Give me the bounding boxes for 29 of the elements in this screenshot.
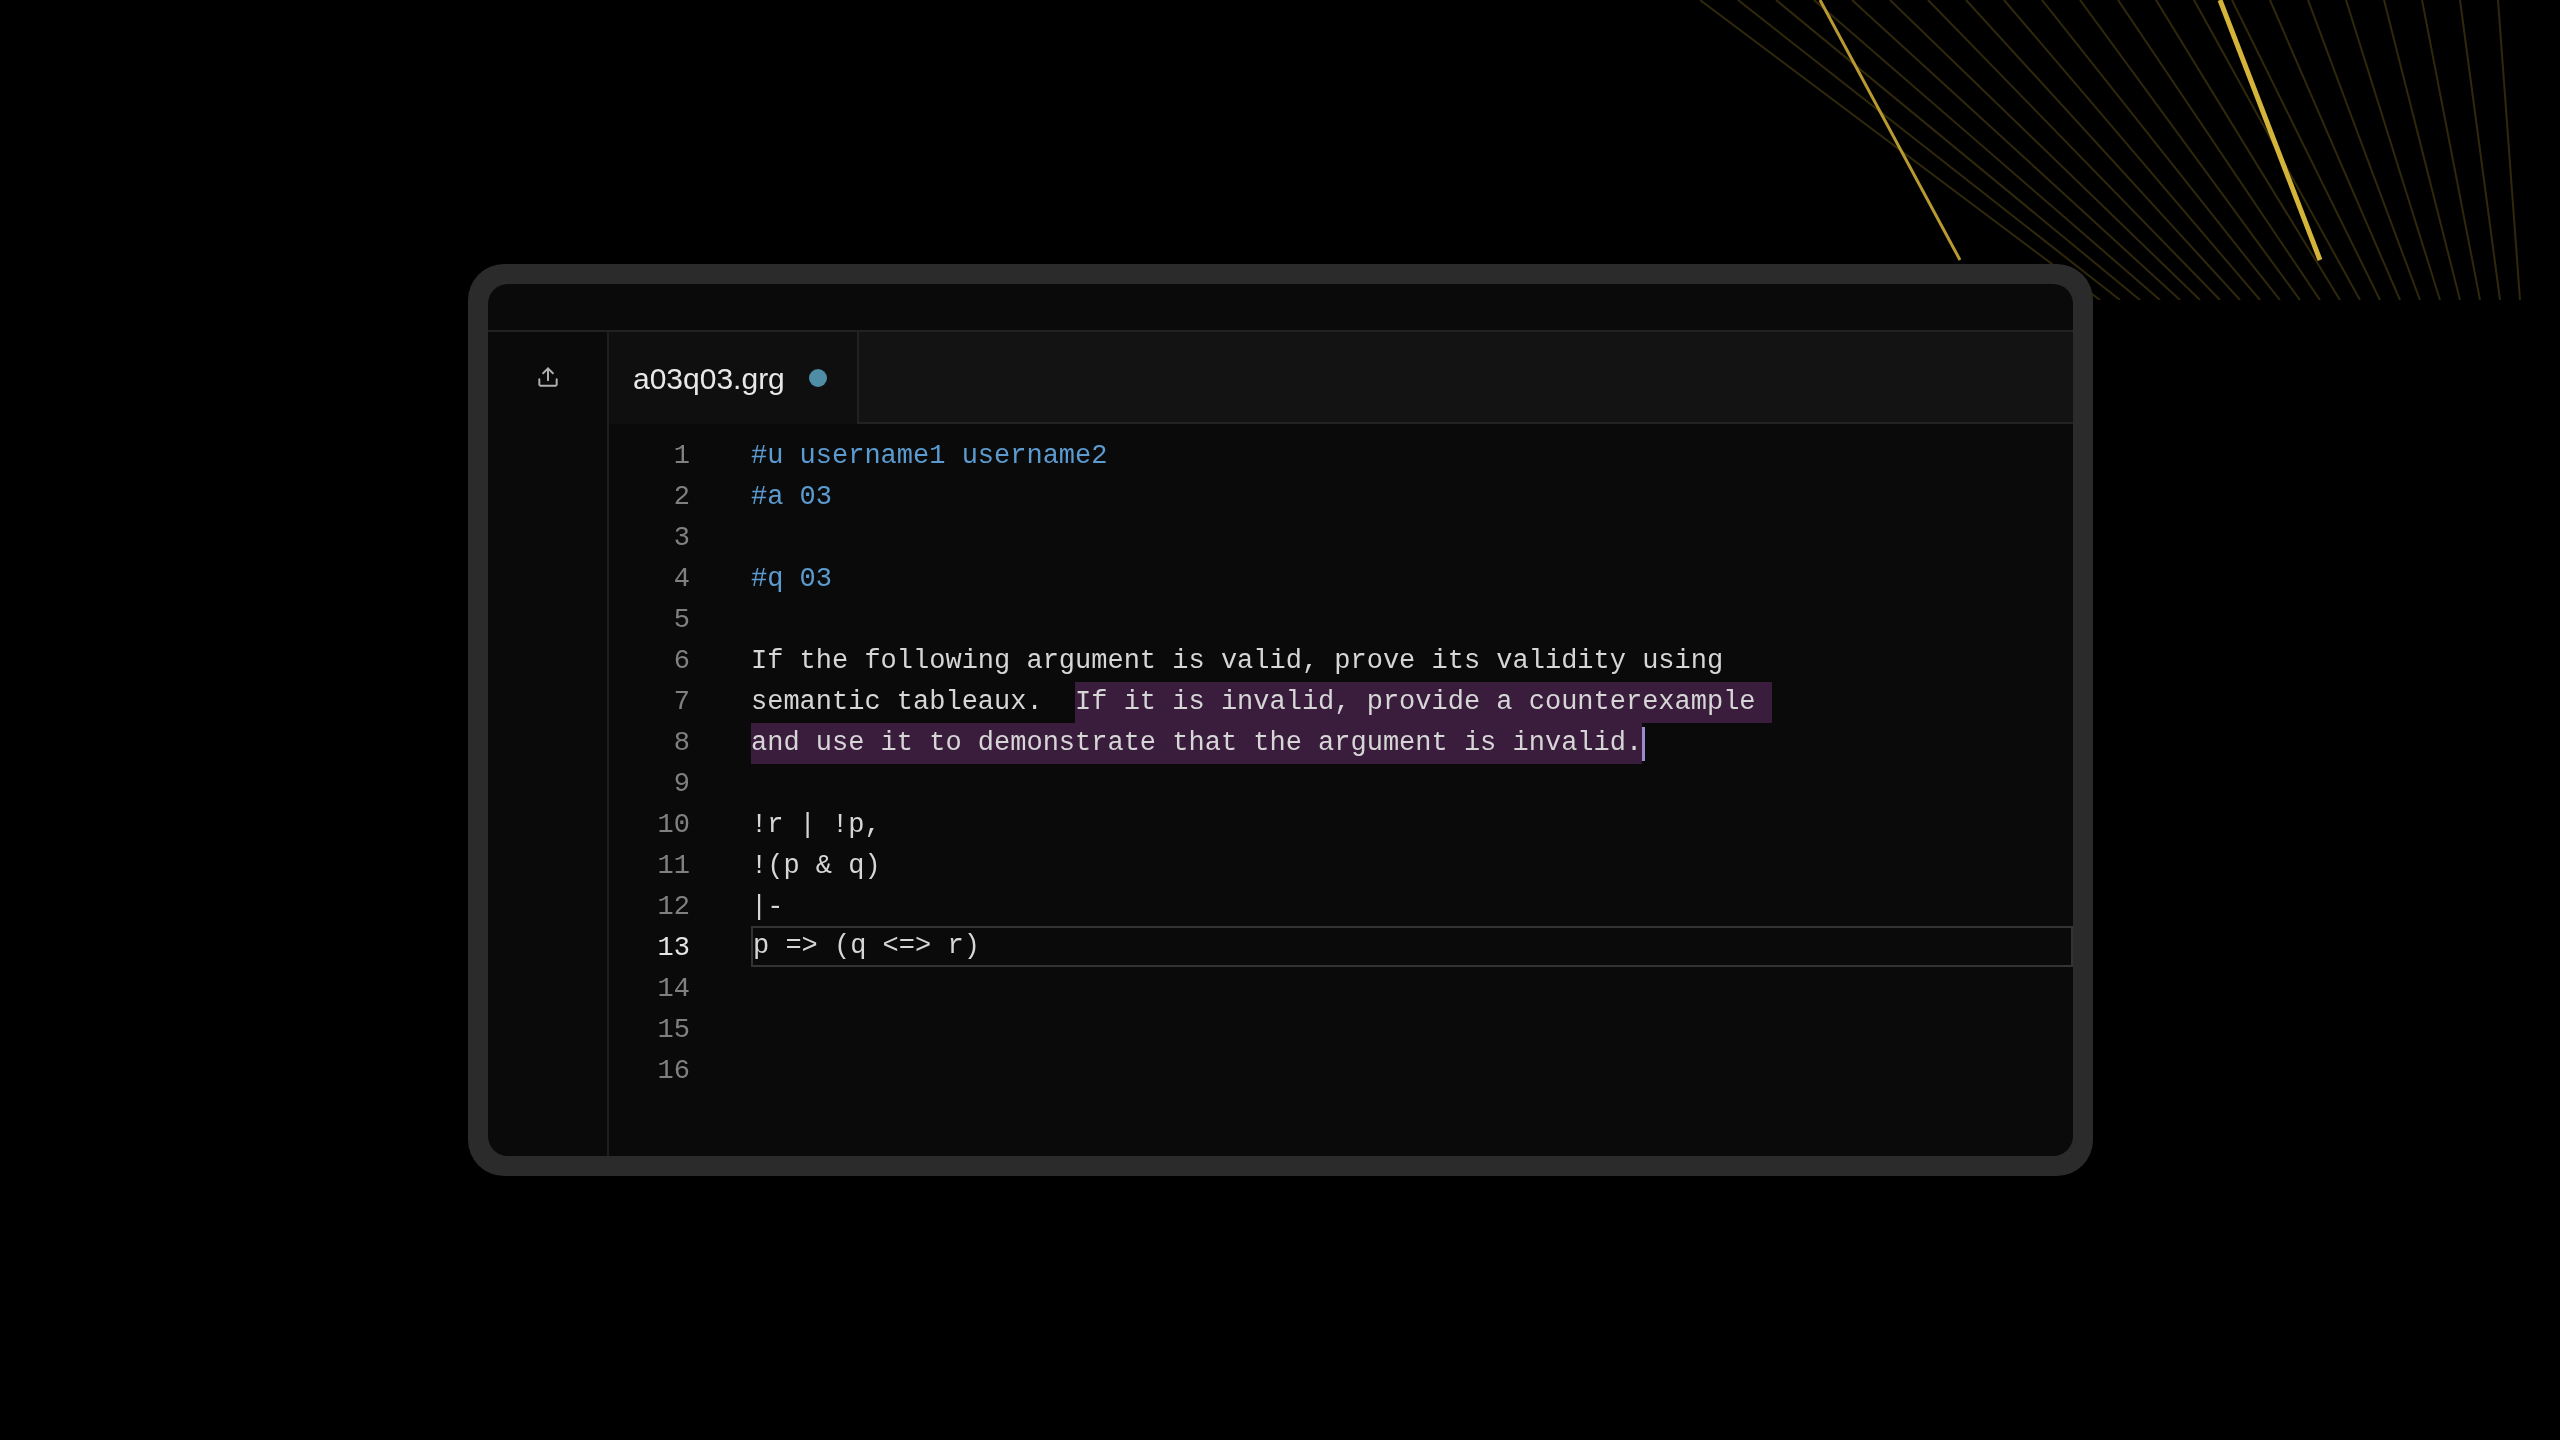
code-text: |- xyxy=(751,891,784,924)
code-text: If the following argument is valid, prove its validity using xyxy=(751,645,1724,678)
code-text: #u username1 username2 xyxy=(751,440,1108,473)
line-number: 3 xyxy=(672,522,690,555)
line-number: 6 xyxy=(672,645,690,678)
code-text: semantic tableaux. xyxy=(751,686,1044,719)
line-number: 2 xyxy=(672,481,690,514)
line-number: 9 xyxy=(672,768,690,801)
line-number: 8 xyxy=(672,727,690,760)
line-number: 5 xyxy=(672,604,690,637)
line-number: 14 xyxy=(656,973,690,1006)
line-number: 13 xyxy=(656,932,690,965)
line-number: 15 xyxy=(656,1014,690,1047)
code-text: !r | !p, xyxy=(751,809,881,842)
tab-label: a03q03.grg xyxy=(633,360,785,397)
file-tab[interactable]: a03q03.grg xyxy=(609,332,859,424)
code-text: and use it to demonstrate that the argument is invalid. xyxy=(751,723,1643,764)
code-text: p => (q <=> r) xyxy=(753,930,980,963)
line-number: 7 xyxy=(672,686,690,719)
code-text: If it is invalid, provide a counterexample xyxy=(1075,682,1772,723)
line-number: 10 xyxy=(656,809,690,842)
line-number: 1 xyxy=(672,440,690,473)
code-text: #q 03 xyxy=(751,563,832,596)
line-number: 4 xyxy=(672,563,690,596)
code-text: !(p & q) xyxy=(751,850,881,883)
code-text: #a 03 xyxy=(751,481,832,514)
line-number: 16 xyxy=(656,1055,690,1088)
line-number: 11 xyxy=(656,850,690,883)
line-number: 12 xyxy=(656,891,690,924)
